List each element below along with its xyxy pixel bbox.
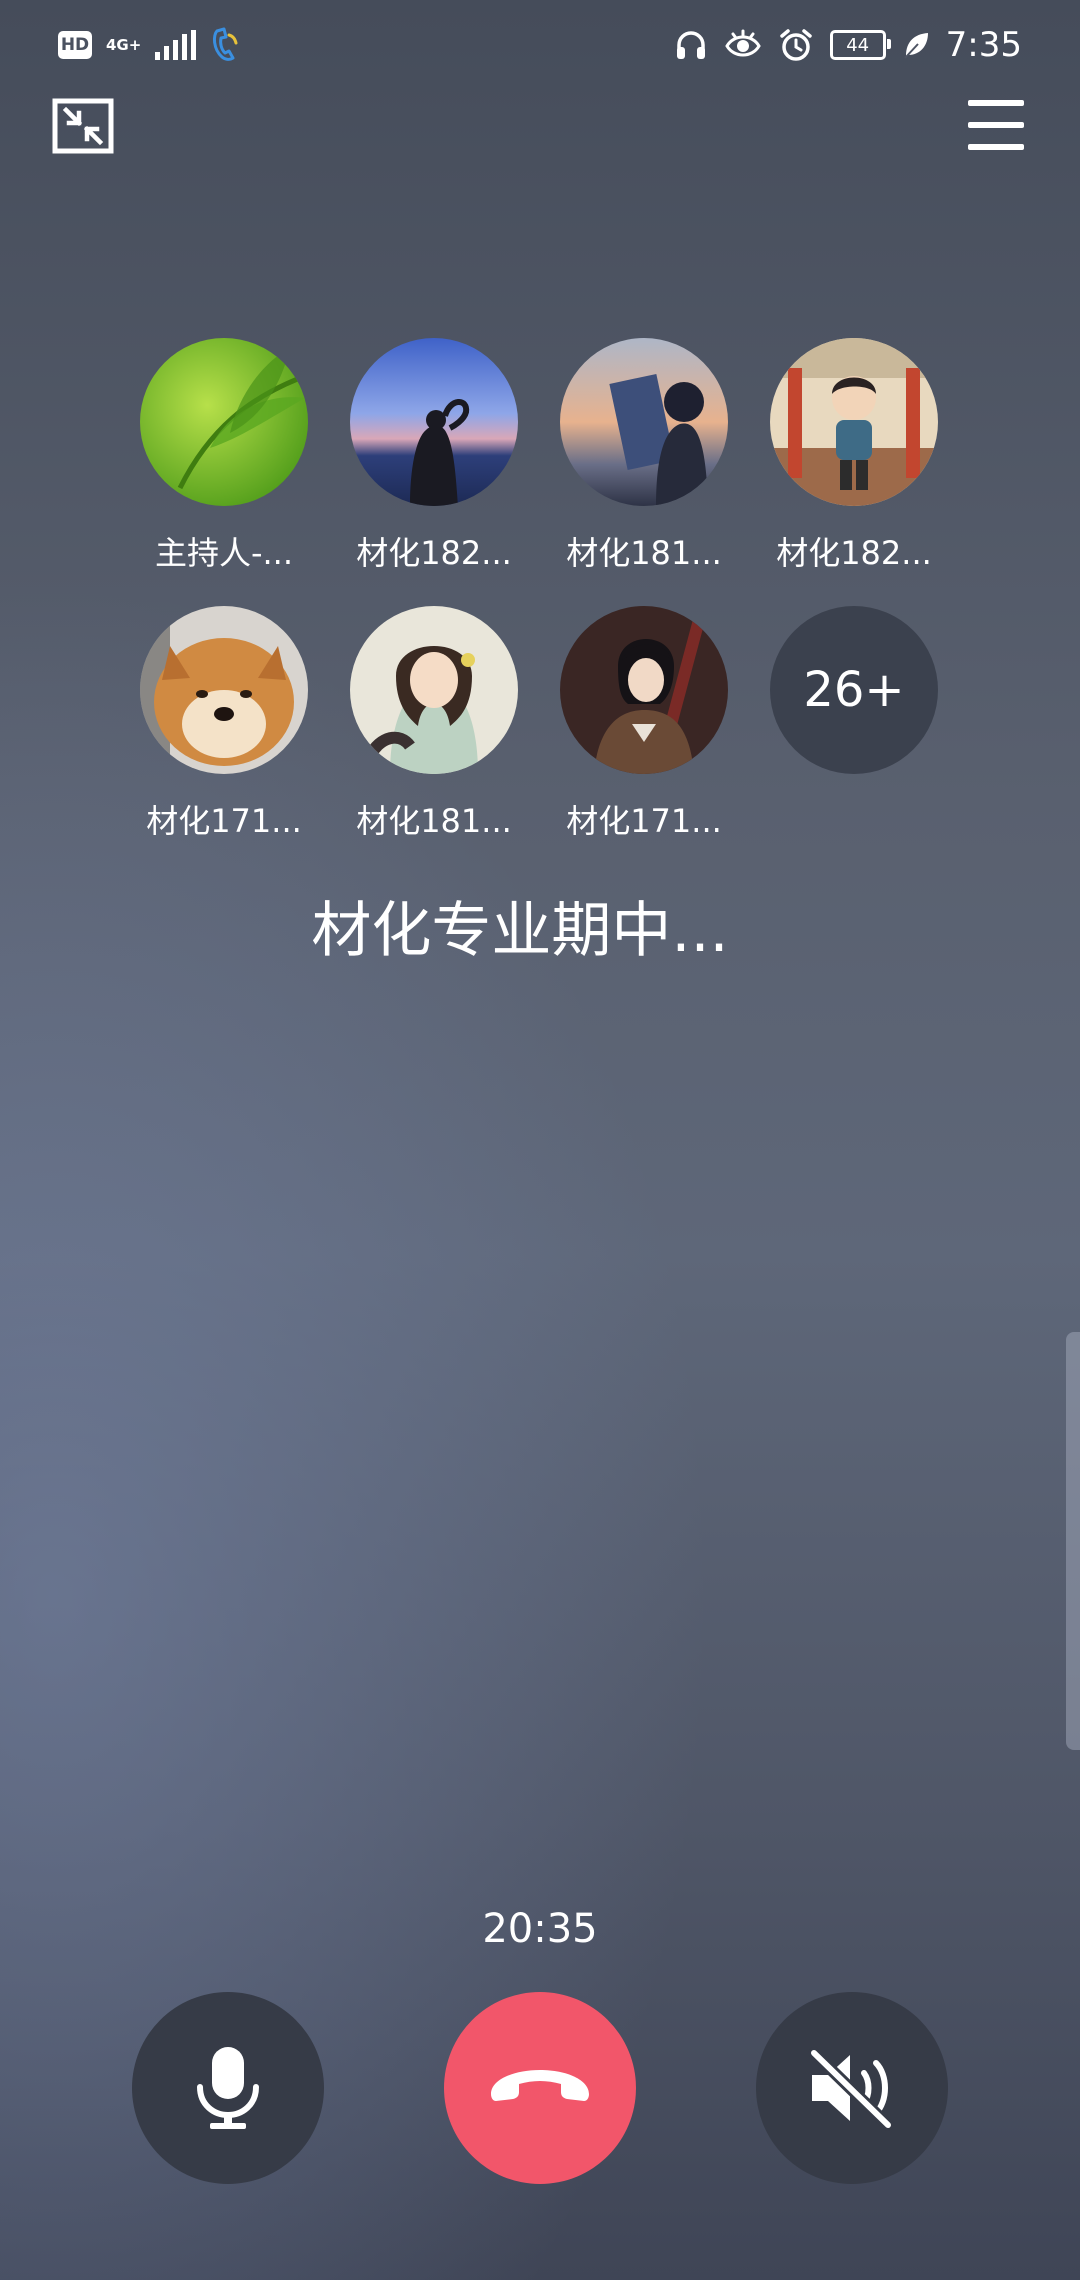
participant-item[interactable]: 材化171... xyxy=(119,606,329,842)
participant-row: 材化171... 材化181... 材化171... 26+ xyxy=(0,606,1080,874)
status-bar: HD 4G+ 44 7:35 xyxy=(0,0,1080,90)
avatar xyxy=(350,338,518,506)
meeting-title: 材化专业期中... xyxy=(311,896,729,966)
eye-icon xyxy=(724,29,761,57)
more-participants-button[interactable]: 26+ xyxy=(749,606,959,774)
participant-name: 材化182... xyxy=(776,534,932,572)
signal-icon xyxy=(155,30,197,60)
menu-button[interactable] xyxy=(968,100,1024,150)
menu-icon-bar xyxy=(968,122,1024,128)
headphones-icon xyxy=(676,31,705,59)
participant-item[interactable]: 材化171... xyxy=(539,606,749,842)
mic-icon xyxy=(197,2047,259,2129)
participant-name: 主持人-... xyxy=(154,534,294,572)
speaker-toggle-button[interactable] xyxy=(756,1992,948,2184)
hd-icon: HD xyxy=(58,31,92,59)
scrollbar[interactable] xyxy=(1066,1332,1080,1750)
minimize-icon xyxy=(52,98,114,154)
hangup-button[interactable] xyxy=(444,1992,636,2184)
leaf-icon xyxy=(903,33,928,59)
participant-item[interactable]: 主持人-... xyxy=(119,338,329,574)
participant-name: 材化181... xyxy=(566,534,722,572)
participant-item[interactable]: 材化181... xyxy=(539,338,749,574)
avatar xyxy=(770,338,938,506)
participant-name: 材化182... xyxy=(356,534,512,572)
more-count-badge: 26+ xyxy=(770,606,938,774)
participant-row: 主持人-... 材化182... 材化181... 材化182... xyxy=(0,338,1080,606)
battery-level: 44 xyxy=(846,34,870,56)
avatar xyxy=(140,338,308,506)
menu-icon-bar xyxy=(968,100,1024,106)
participant-item[interactable]: 材化181... xyxy=(329,606,539,842)
avatar xyxy=(140,606,308,774)
menu-icon-bar xyxy=(968,144,1024,150)
participant-item[interactable]: 材化182... xyxy=(749,338,959,574)
battery-icon: 44 xyxy=(829,30,891,60)
mic-button[interactable] xyxy=(132,1992,324,2184)
participant-name: 材化171... xyxy=(146,802,302,840)
status-left: HD 4G+ xyxy=(58,22,240,68)
alarm-icon xyxy=(779,29,812,61)
call-timer: 20:35 xyxy=(482,1906,598,1952)
avatar xyxy=(560,338,728,506)
speaker-muted-icon xyxy=(808,2047,894,2131)
participant-name: 材化171... xyxy=(566,802,722,840)
network-label: 4G+ xyxy=(106,35,142,54)
minimize-button[interactable] xyxy=(52,98,114,154)
call-icon xyxy=(213,27,238,61)
participant-grid: 主持人-... 材化182... 材化181... 材化182... 材化171… xyxy=(0,338,1080,874)
avatar xyxy=(560,606,728,774)
hangup-icon xyxy=(491,2070,589,2101)
participant-name: 材化181... xyxy=(356,802,512,840)
status-right: 44 7:35 xyxy=(674,22,1022,68)
hd-label: HD xyxy=(60,35,90,55)
status-time: 7:35 xyxy=(945,25,1022,65)
avatar xyxy=(350,606,518,774)
participant-item[interactable]: 材化182... xyxy=(329,338,539,574)
